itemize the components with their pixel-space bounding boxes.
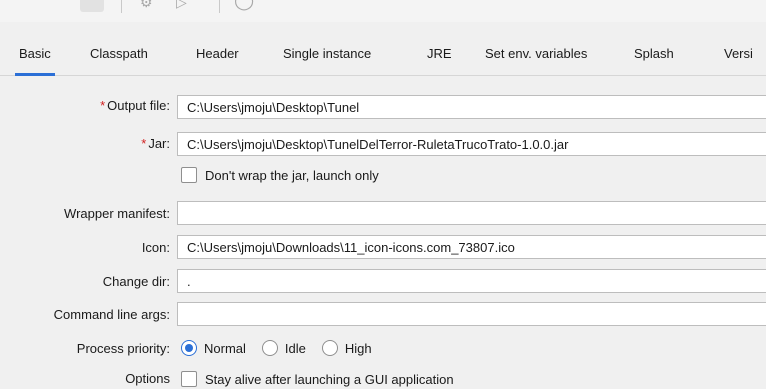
wrapper-manifest-label: Wrapper manifest: [64, 206, 170, 221]
toolbar-separator [219, 0, 220, 13]
tab-classpath[interactable]: Classpath [90, 45, 148, 75]
required-marker: * [100, 98, 106, 113]
process-priority-group: Normal Idle High [181, 338, 388, 358]
settings-icon[interactable]: ⚙ [140, 0, 153, 11]
stay-alive-label: Stay alive after launching a GUI applica… [205, 371, 454, 387]
change-dir-input[interactable] [177, 269, 766, 293]
tab-basic[interactable]: Basic [15, 45, 55, 76]
priority-high-radio[interactable] [321, 340, 338, 356]
priority-normal-label: Normal [204, 340, 246, 356]
priority-idle[interactable]: Idle [261, 340, 306, 356]
priority-normal-radio[interactable] [181, 340, 197, 356]
tab-single-instance[interactable]: Single instance [283, 45, 371, 75]
run-icon[interactable]: ▷ [176, 0, 187, 11]
stay-alive-checkbox[interactable] [181, 371, 197, 387]
toolbar-save-button[interactable] [80, 0, 104, 12]
dont-wrap-label: Don't wrap the jar, launch only [205, 167, 379, 183]
toolbar-separator [121, 0, 122, 13]
process-priority-label: Process priority: [76, 341, 170, 356]
priority-high[interactable]: High [321, 340, 372, 356]
stay-alive-row[interactable]: Stay alive after launching a GUI applica… [181, 369, 454, 389]
icon-path-input[interactable] [177, 235, 766, 259]
priority-high-label: High [344, 340, 372, 356]
jar-input[interactable] [177, 132, 766, 156]
options-label: Options [125, 371, 170, 386]
tab-set-env-variables[interactable]: Set env. variables [485, 45, 587, 75]
command-line-args-input[interactable] [177, 302, 766, 326]
dont-wrap-checkbox[interactable] [181, 167, 197, 183]
priority-normal[interactable]: Normal [181, 340, 246, 356]
tab-header[interactable]: Header [196, 45, 239, 75]
tab-jre[interactable]: JRE [427, 45, 452, 75]
priority-idle-radio[interactable] [261, 340, 278, 356]
output-file-input[interactable] [177, 95, 766, 119]
command-line-args-label: Command line args: [53, 307, 170, 322]
dont-wrap-row[interactable]: Don't wrap the jar, launch only [181, 165, 379, 185]
required-marker: * [141, 136, 147, 151]
toolbar: ⚙ ▷ ◯ [0, 0, 766, 22]
wrapper-manifest-input[interactable] [177, 201, 766, 225]
jar-label: * Jar: [141, 136, 170, 151]
priority-idle-label: Idle [284, 340, 306, 356]
help-icon[interactable]: ◯ [234, 0, 254, 11]
output-file-label: * Output file: [100, 98, 170, 113]
icon-label: Icon: [141, 240, 170, 255]
tab-bar: Basic Classpath Header Single instance J… [0, 35, 766, 76]
change-dir-label: Change dir: [102, 274, 170, 289]
tab-version-info[interactable]: Versi [724, 45, 753, 75]
tab-splash[interactable]: Splash [634, 45, 674, 75]
